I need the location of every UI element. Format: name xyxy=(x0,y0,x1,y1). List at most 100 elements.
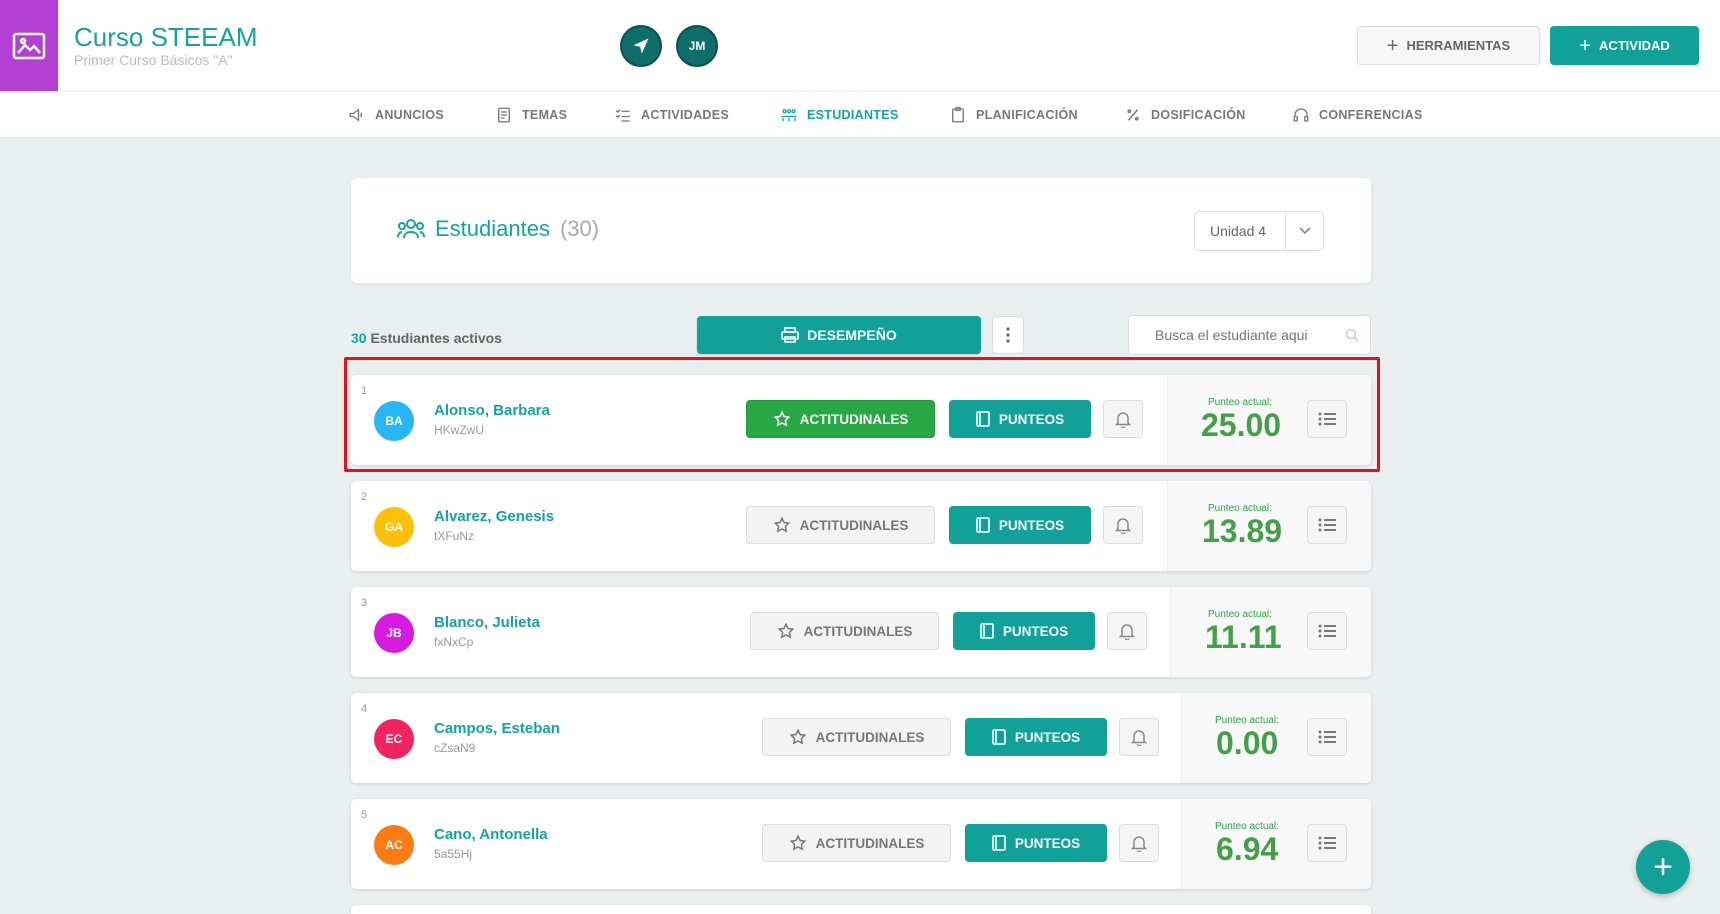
student-row xyxy=(351,905,1371,914)
attitudinal-button[interactable]: ACTITUDINALES xyxy=(746,506,935,544)
tools-button[interactable]: + HERRAMIENTAS xyxy=(1357,26,1540,65)
list-icon xyxy=(1318,412,1336,426)
tab-label: PLANIFICACIÓN xyxy=(976,108,1078,122)
notify-button[interactable] xyxy=(1103,506,1143,544)
notify-button[interactable] xyxy=(1103,400,1143,438)
student-row: 3 JB Blanco, Julieta fxNxCp ACTITUDINALE… xyxy=(351,587,1371,677)
checklist-icon xyxy=(615,109,630,122)
active-count-number: 30 xyxy=(351,330,367,346)
score-box: Punteo actual: 25.00 xyxy=(1167,375,1371,465)
search-icon[interactable] xyxy=(1334,328,1370,342)
row-number: 4 xyxy=(361,703,368,715)
performance-button[interactable]: DESEMPEÑO xyxy=(697,316,981,354)
score-value: 13.89 xyxy=(1202,513,1283,549)
points-label: PUNTEOS xyxy=(998,517,1065,533)
student-name[interactable]: Alvarez, Genesis xyxy=(434,508,554,525)
book-icon xyxy=(992,729,1006,745)
course-nav: ANUNCIOS TEMAS ACTIVIDADES ESTUDIANTES P… xyxy=(0,91,1720,138)
course-title[interactable]: Curso STEEAM xyxy=(74,22,258,53)
star-icon xyxy=(773,410,790,427)
student-search[interactable] xyxy=(1128,315,1371,355)
student-name[interactable]: Campos, Esteban xyxy=(434,720,560,737)
student-count: (30) xyxy=(559,216,600,241)
points-button[interactable]: PUNTEOS xyxy=(949,400,1091,438)
add-activity-button[interactable]: + ACTIVIDAD xyxy=(1550,26,1699,65)
list-icon xyxy=(1318,836,1336,850)
chevron-down-icon xyxy=(1285,212,1323,250)
student-row: 5 AC Cano, Antonella 5a55Hj ACTITUDINALE… xyxy=(351,799,1371,889)
details-button[interactable] xyxy=(1307,824,1347,862)
avatar: GA xyxy=(374,507,414,547)
tab-temas[interactable]: TEMAS xyxy=(495,92,567,138)
student-name[interactable]: Alonso, Barbara xyxy=(434,402,550,419)
tab-dosificacion[interactable]: DOSIFICACIÓN xyxy=(1124,92,1246,138)
details-button[interactable] xyxy=(1307,718,1347,756)
points-label: PUNTEOS xyxy=(1002,623,1069,639)
points-button[interactable]: PUNTEOS xyxy=(965,824,1107,862)
student-name[interactable]: Cano, Antonella xyxy=(434,826,548,843)
active-count-label: Estudiantes activos xyxy=(370,330,502,346)
points-label: PUNTEOS xyxy=(998,411,1065,427)
headset-icon xyxy=(1293,108,1309,122)
attitudinal-label: ACTITUDINALES xyxy=(803,623,913,639)
points-button[interactable]: PUNTEOS xyxy=(965,718,1107,756)
plus-icon: + xyxy=(1386,34,1399,57)
course-image-icon[interactable] xyxy=(0,0,58,91)
row-number: 2 xyxy=(361,491,368,503)
tab-planificacion[interactable]: PLANIFICACIÓN xyxy=(949,92,1078,138)
attitudinal-button[interactable]: ACTITUDINALES xyxy=(762,824,951,862)
bell-icon xyxy=(1119,624,1135,640)
details-button[interactable] xyxy=(1307,506,1347,544)
megaphone-icon xyxy=(349,108,362,122)
attitudinal-button[interactable]: ACTITUDINALES xyxy=(750,612,939,650)
unit-select[interactable]: Unidad 4 xyxy=(1194,211,1324,251)
tab-estudiantes[interactable]: ESTUDIANTES xyxy=(780,92,899,138)
details-button[interactable] xyxy=(1307,612,1347,650)
clipboard-icon xyxy=(952,106,964,123)
attitudinal-button[interactable]: ACTITUDINALES xyxy=(746,400,935,438)
add-fab-button[interactable]: + xyxy=(1636,840,1690,894)
score-value: 6.94 xyxy=(1216,831,1279,867)
list-icon xyxy=(1318,624,1336,638)
user-avatar[interactable]: JM xyxy=(676,25,718,67)
page-title: Estudiantes (30) xyxy=(397,216,599,242)
page-title-text: Estudiantes xyxy=(435,216,550,241)
course-subtitle: Primer Curso Básicos "A" xyxy=(74,52,233,68)
book-icon xyxy=(992,835,1006,851)
plus-icon: + xyxy=(1579,34,1591,57)
score-value: 25.00 xyxy=(1201,407,1282,443)
tab-actividades[interactable]: ACTIVIDADES xyxy=(614,92,729,138)
list-icon xyxy=(1318,730,1336,744)
list-icon xyxy=(1318,518,1336,532)
row-number: 3 xyxy=(361,597,368,609)
student-code: 5a55Hj xyxy=(434,847,473,861)
student-name[interactable]: Blanco, Julieta xyxy=(434,614,540,631)
attitudinal-button[interactable]: ACTITUDINALES xyxy=(762,718,951,756)
percent-icon xyxy=(1127,109,1139,121)
tab-label: TEMAS xyxy=(522,108,568,122)
send-icon[interactable] xyxy=(620,25,662,67)
attitudinal-label: ACTITUDINALES xyxy=(815,835,925,851)
more-options-button[interactable] xyxy=(992,316,1024,354)
student-code: fxNxCp xyxy=(434,635,474,649)
notify-button[interactable] xyxy=(1119,718,1159,756)
students-icon xyxy=(781,109,797,121)
student-row: 1 BA Alonso, Barbara HKwZwU ACTITUDINALE… xyxy=(351,375,1371,465)
activity-button-label: ACTIVIDAD xyxy=(1598,38,1670,53)
score-value: 0.00 xyxy=(1216,725,1279,761)
details-button[interactable] xyxy=(1307,400,1347,438)
notify-button[interactable] xyxy=(1107,612,1147,650)
points-button[interactable]: PUNTEOS xyxy=(953,612,1095,650)
search-input[interactable] xyxy=(1129,316,1334,354)
score-box: Punteo actual: 11.11 xyxy=(1170,587,1371,677)
tab-label: ESTUDIANTES xyxy=(807,108,899,122)
tab-conferencias[interactable]: CONFERENCIAS xyxy=(1292,92,1423,138)
notify-button[interactable] xyxy=(1119,824,1159,862)
score-value: 11.11 xyxy=(1205,619,1282,655)
printer-icon xyxy=(781,327,800,343)
tab-anuncios[interactable]: ANUNCIOS xyxy=(348,92,444,138)
tab-label: ACTIVIDADES xyxy=(641,108,730,122)
student-code: cZsaN9 xyxy=(434,741,476,755)
points-button[interactable]: PUNTEOS xyxy=(949,506,1091,544)
student-row: 2 GA Alvarez, Genesis tXFuNz ACTITUDINAL… xyxy=(351,481,1371,571)
